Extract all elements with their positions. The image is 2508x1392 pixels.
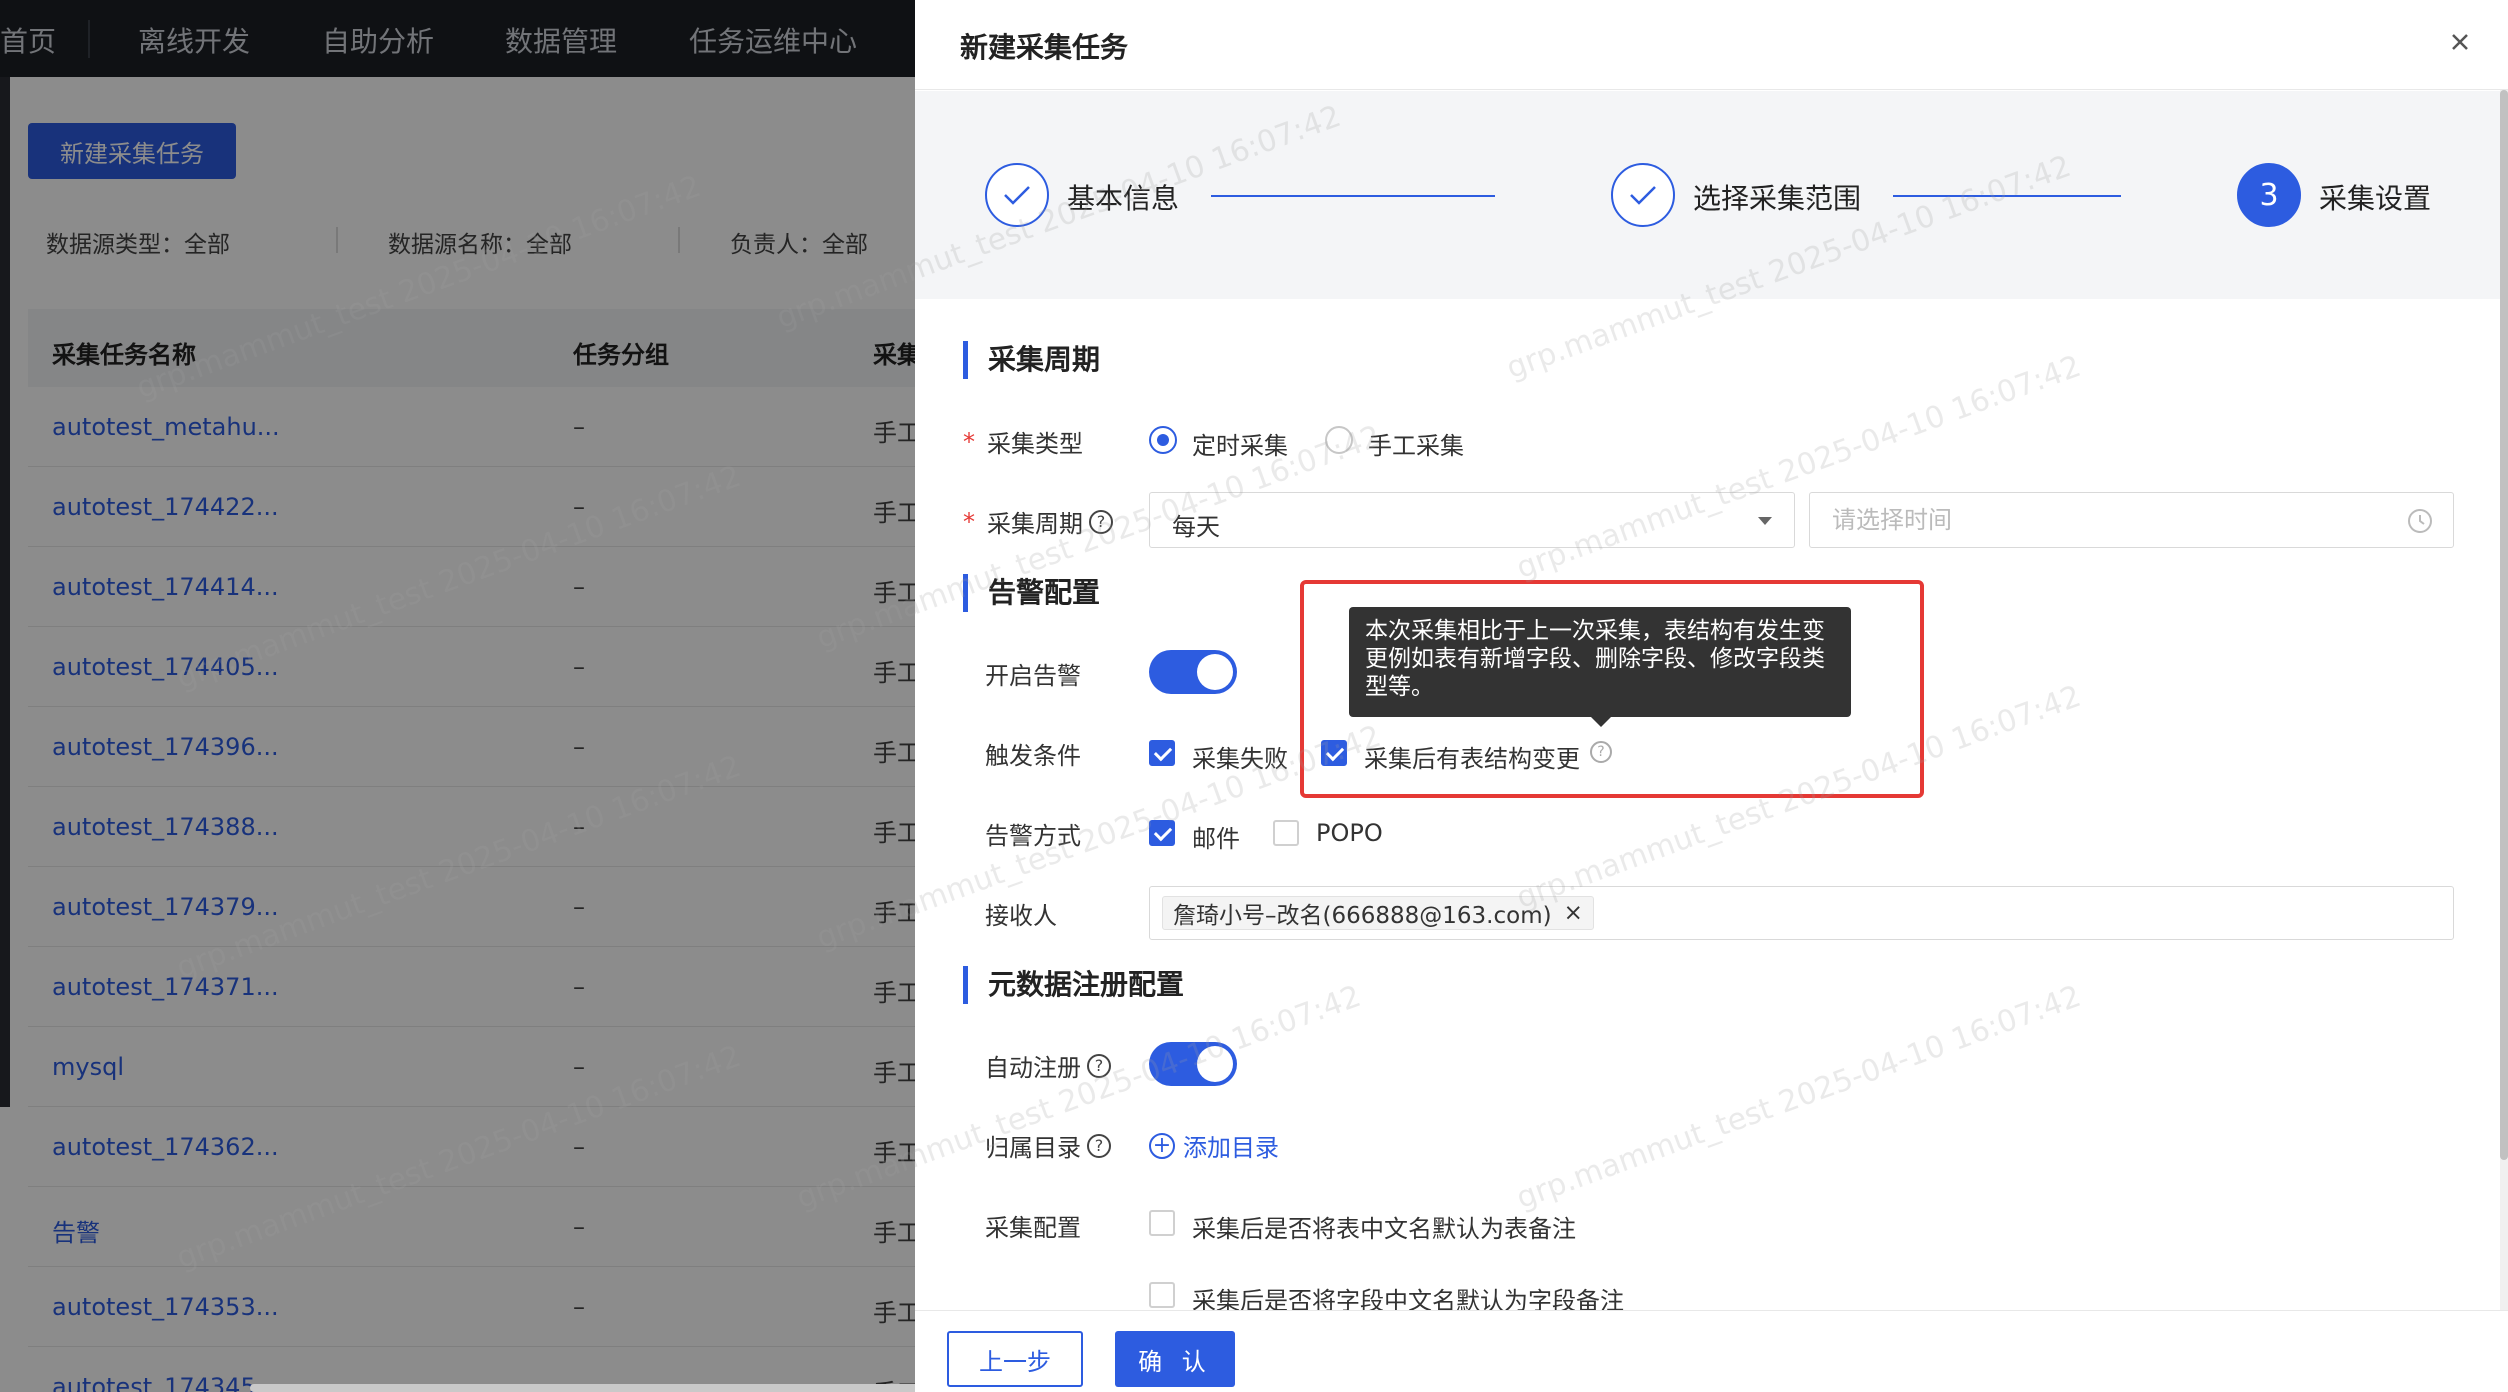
drawer-header: 新建采集任务 — [915, 0, 2508, 90]
vertical-scrollbar[interactable] — [2500, 90, 2508, 1310]
alert-enable-switch[interactable] — [1149, 650, 1237, 694]
trigger-label: 触发条件 — [985, 742, 1081, 770]
collect-type-label-text: 采集类型 — [987, 430, 1083, 458]
help-icon[interactable]: ? — [1087, 1133, 1111, 1158]
alert-method-label: 告警方式 — [985, 822, 1081, 850]
scrollbar-thumb[interactable] — [2500, 90, 2508, 1160]
required-mark: * — [963, 427, 975, 456]
modal-mask[interactable] — [0, 0, 915, 1392]
help-icon[interactable]: ? — [1089, 509, 1113, 534]
auto-register-label: 自动注册 ? — [985, 1048, 1111, 1083]
check-icon — [1630, 186, 1656, 205]
step-connector — [1893, 195, 2121, 197]
confirm-button[interactable]: 确 认 — [1115, 1331, 1235, 1387]
plus-circle-icon: + — [1149, 1132, 1175, 1159]
popo-label[interactable]: POPO — [1316, 819, 1383, 847]
checkbox-field-comment[interactable] — [1149, 1282, 1175, 1308]
step-2-circle — [1611, 163, 1675, 227]
steps-bar: 基本信息 选择采集范围 3 采集设置 — [915, 91, 2500, 299]
section-collect-cycle: 采集周期 — [963, 341, 1100, 379]
remove-tag-icon[interactable]: × — [1564, 900, 1583, 926]
drawer-title: 新建采集任务 — [960, 31, 1129, 64]
drawer-footer: 上一步 确 认 — [915, 1310, 2508, 1392]
directory-label-text: 归属目录 — [985, 1134, 1081, 1162]
collect-failed-label[interactable]: 采集失败 — [1192, 739, 1288, 774]
step-1-circle — [985, 163, 1049, 227]
receiver-label: 接收人 — [985, 902, 1057, 930]
collect-config-label: 采集配置 — [985, 1214, 1081, 1242]
tooltip-arrow — [1591, 717, 1611, 727]
collect-cycle-label: * 采集周期 ? — [963, 504, 1113, 539]
checkbox-popo[interactable] — [1273, 820, 1299, 846]
radio-manual[interactable] — [1325, 426, 1353, 454]
receiver-tag-text: 詹琦小号–改名(666888@163.com) — [1173, 903, 1552, 929]
time-input[interactable] — [1832, 503, 2392, 537]
cycle-select-value: 每天 — [1172, 513, 1220, 541]
clock-icon — [2408, 509, 2432, 533]
alert-enable-label: 开启告警 — [985, 662, 1081, 690]
collect-type-label: * 采集类型 — [963, 424, 1083, 459]
checkbox-email[interactable] — [1149, 820, 1175, 846]
add-directory-link[interactable]: + 添加目录 — [1149, 1128, 1279, 1163]
help-icon[interactable]: ? — [1087, 1053, 1111, 1078]
checkbox-table-comment[interactable] — [1149, 1210, 1175, 1236]
radio-manual-label[interactable]: 手工采集 — [1368, 426, 1464, 461]
chevron-down-icon — [1758, 517, 1772, 525]
close-icon[interactable] — [2440, 22, 2480, 62]
directory-label: 归属目录 ? — [985, 1128, 1111, 1163]
step-3-circle: 3 — [2237, 163, 2301, 227]
radio-scheduled-label[interactable]: 定时采集 — [1192, 426, 1288, 461]
checkbox-collect-failed[interactable] — [1149, 740, 1175, 766]
previous-step-button[interactable]: 上一步 — [947, 1331, 1083, 1387]
auto-register-switch[interactable] — [1149, 1042, 1237, 1086]
step-connector — [1211, 195, 1495, 197]
cycle-select[interactable]: 每天 — [1149, 492, 1795, 548]
schema-change-tooltip: 本次采集相比于上一次采集，表结构有发生变更例如表有新增字段、删除字段、修改字段类… — [1349, 607, 1851, 717]
required-mark: * — [963, 507, 975, 536]
collect-cycle-label-text: 采集周期 — [987, 510, 1083, 538]
section-metadata-register: 元数据注册配置 — [963, 966, 1184, 1004]
step-3-label: 采集设置 — [2319, 182, 2432, 215]
auto-register-label-text: 自动注册 — [985, 1054, 1081, 1082]
receiver-select[interactable]: 詹琦小号–改名(666888@163.com) × — [1149, 886, 2454, 940]
add-directory-text: 添加目录 — [1183, 1134, 1279, 1162]
step-2-label: 选择采集范围 — [1693, 182, 1862, 215]
step-1-label: 基本信息 — [1067, 182, 1180, 215]
time-picker[interactable] — [1809, 492, 2454, 548]
receiver-tag: 詹琦小号–改名(666888@163.com) × — [1162, 896, 1594, 930]
radio-scheduled[interactable] — [1149, 426, 1177, 454]
section-alert-config: 告警配置 — [963, 574, 1100, 612]
check-icon — [1004, 186, 1030, 205]
email-label[interactable]: 邮件 — [1192, 819, 1240, 854]
table-comment-label[interactable]: 采集后是否将表中文名默认为表备注 — [1192, 1209, 1576, 1244]
